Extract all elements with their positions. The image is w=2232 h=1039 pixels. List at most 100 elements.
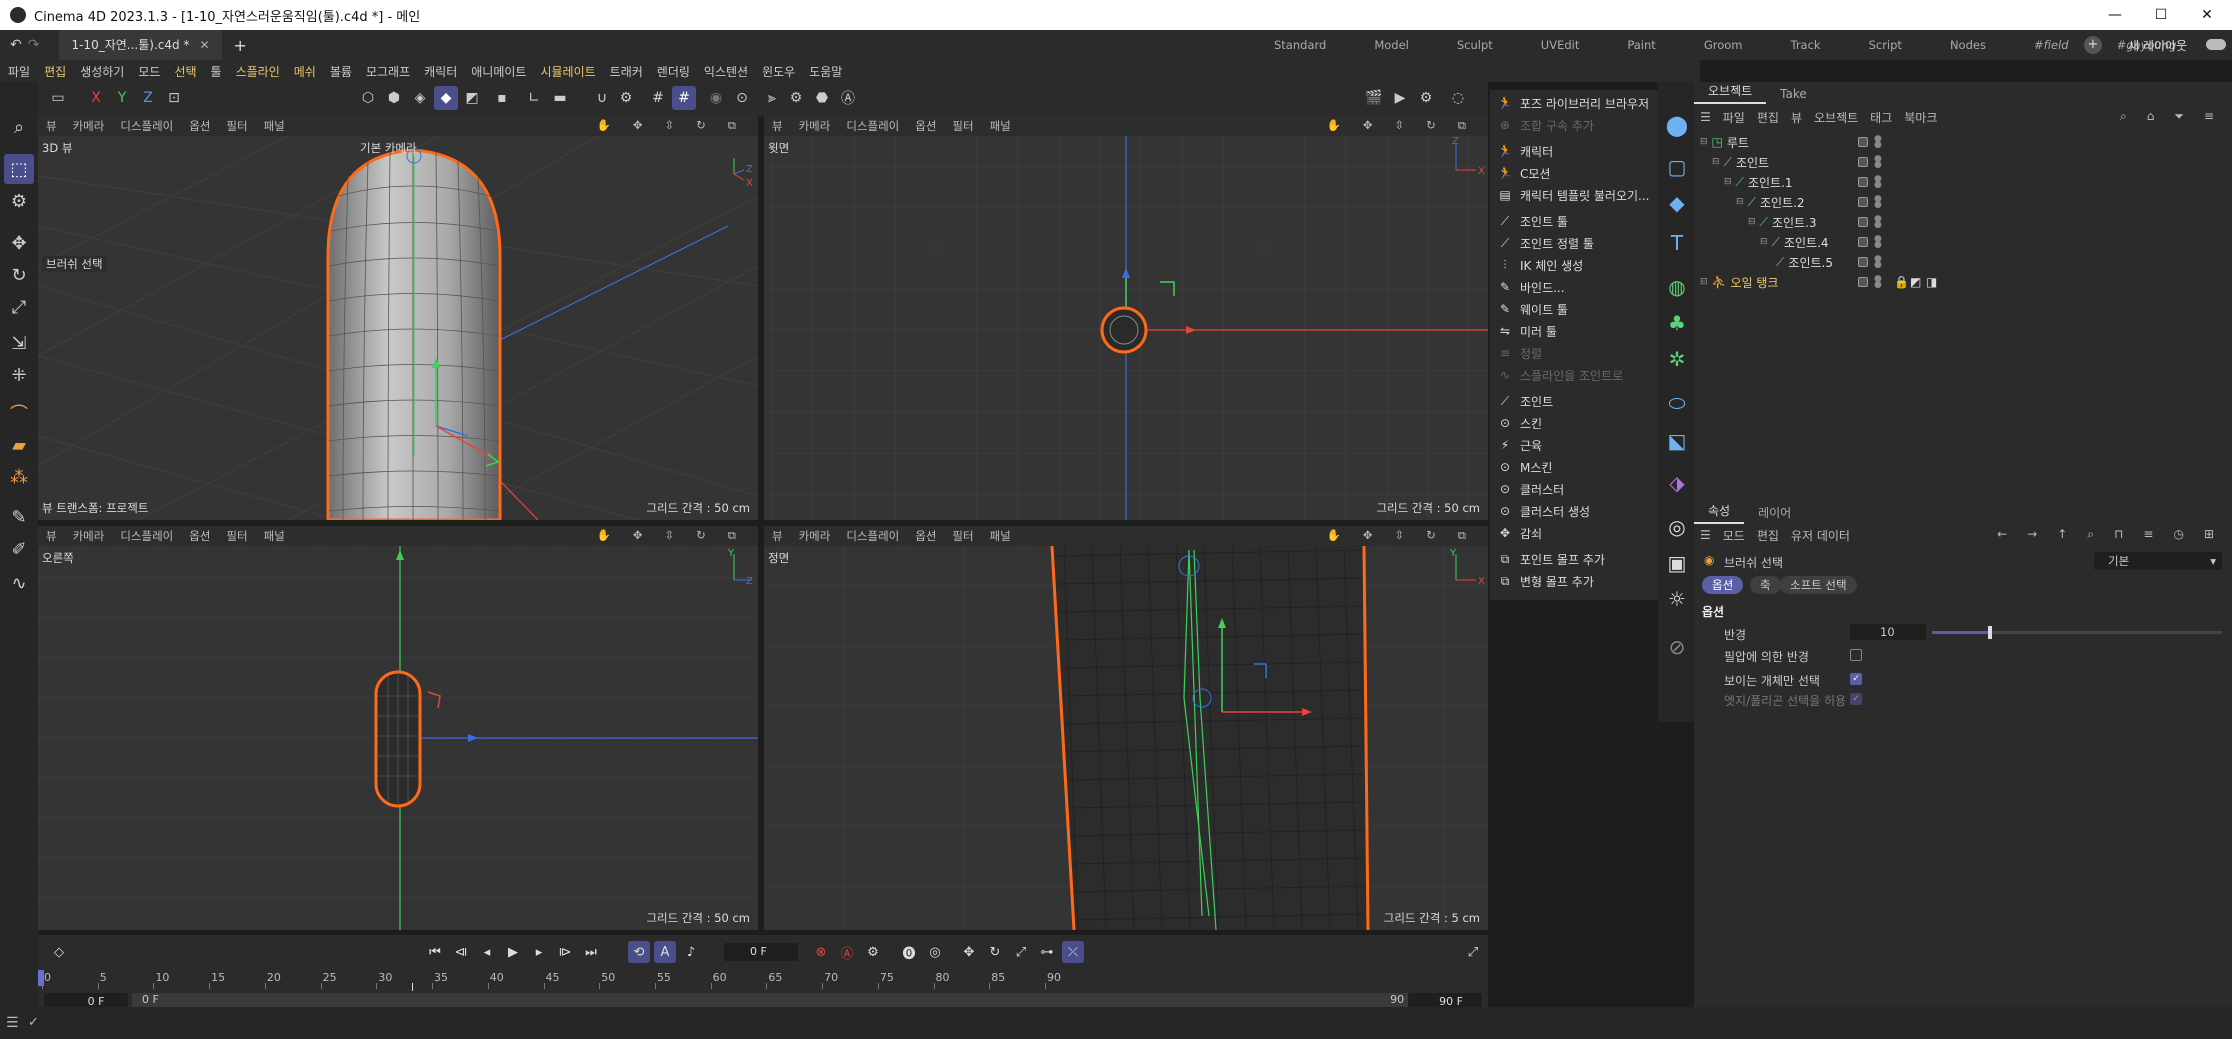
search-icon[interactable]: ⌕ (2087, 527, 2094, 542)
object-menu-item[interactable]: 태그 (1870, 109, 1892, 126)
character-menu-item[interactable]: ✎ 바인드... (1490, 276, 1658, 298)
tab-attributes[interactable]: 속성 (1694, 499, 1745, 524)
mirror-settings-icon[interactable]: ⚙ (784, 86, 808, 110)
knife-tool-icon[interactable]: ✐ (4, 534, 34, 564)
character-menu-item[interactable]: 🏃 캐릭터 (1490, 140, 1658, 162)
menu-item[interactable]: 캐릭터 (424, 63, 457, 80)
viewport-menu-item[interactable]: 뷰 (772, 118, 783, 134)
distribute-tool-icon[interactable]: ⁜ (4, 360, 34, 390)
viewport-menu-item[interactable]: 뷰 (46, 528, 57, 544)
menu-item[interactable]: 윈도우 (762, 63, 795, 80)
cluster-tool-icon[interactable]: ⁂ (4, 462, 34, 492)
layout-tab[interactable]: Groom (1704, 38, 1743, 52)
character-menu-item[interactable]: ⊙ 스킨 (1490, 412, 1658, 434)
add-layout-icon[interactable]: + (2084, 36, 2102, 54)
layout-tab[interactable]: Model (1374, 38, 1409, 52)
history-icon[interactable]: ◷ (2173, 527, 2183, 542)
snap-settings-icon[interactable]: ⚙ (614, 86, 638, 110)
select-tool-icon[interactable]: ⬚ (4, 154, 34, 184)
spline-pen-icon[interactable]: ∿ (4, 568, 34, 598)
hamburger-icon[interactable]: ☰ (1700, 110, 1711, 124)
option-checkbox[interactable] (1850, 649, 1862, 661)
playhead[interactable] (38, 970, 44, 986)
model-mode-icon[interactable]: ◆ (434, 86, 458, 110)
preset-dropdown[interactable]: 기본 ▾ (2094, 552, 2222, 570)
viewport-menu-item[interactable]: 뷰 (46, 118, 57, 134)
render-dots-icon[interactable]: ● ● (1874, 275, 1882, 290)
pan-icon[interactable]: ✋ (1327, 528, 1341, 543)
chip-options[interactable]: 옵션 (1702, 576, 1744, 594)
visibility-check-icon[interactable] (1858, 277, 1868, 287)
filter-icon[interactable]: ≡ (2143, 527, 2153, 542)
cube-outline-icon[interactable]: ▢ (1664, 154, 1690, 180)
snap-grid-active-icon[interactable]: # (672, 86, 696, 110)
cursor-icon[interactable]: ⬤ (1664, 112, 1690, 138)
character-menu-item[interactable]: ✎ 웨이트 툴 (1490, 298, 1658, 320)
solo-icon[interactable]: ▬ (548, 86, 572, 110)
viewport-menu-item[interactable]: 패널 (264, 528, 285, 544)
visibility-check-icon[interactable] (1858, 217, 1868, 227)
lock-icon[interactable]: ⊓ (2114, 527, 2123, 542)
character-menu-item[interactable]: ⫶ IK 체인 생성 (1490, 254, 1658, 276)
viewport-top-canvas[interactable]: ZX (764, 136, 1488, 520)
lock-tag-icon[interactable]: 🔒 (1894, 275, 1909, 289)
option-checkbox[interactable]: ✓ (1850, 673, 1862, 685)
scale-tool-icon[interactable]: ⤢ (4, 292, 34, 322)
hamburger-icon[interactable]: ☰ (1700, 528, 1711, 542)
visibility-check-icon[interactable] (1858, 257, 1868, 267)
character-menu-item[interactable]: ⧉ 포인트 몰프 추가 (1490, 548, 1658, 570)
maximize-view-icon[interactable]: ⧉ (1458, 528, 1466, 543)
text-icon[interactable]: T (1664, 230, 1690, 256)
camera-icon[interactable]: ▣ (1664, 550, 1690, 576)
polygons-mode-icon[interactable]: ◈ (408, 86, 432, 110)
layout-tab[interactable]: Paint (1627, 38, 1655, 52)
pan-icon[interactable]: ✋ (1327, 118, 1341, 133)
attribute-menu-item[interactable]: 모드 (1723, 527, 1745, 544)
bend-tool-icon[interactable]: ⌒ (4, 398, 34, 428)
filter-icon[interactable]: ⏷ (2174, 109, 2184, 124)
object-mode-icon[interactable]: ▭ (46, 86, 70, 110)
tag-icon[interactable]: ◩ (1910, 275, 1921, 289)
object-row[interactable]: ⟋ 조인트.5 ● ● (1694, 252, 2232, 272)
object-row[interactable]: ⊟ ⟋ 조인트.4 ● ● (1694, 232, 2232, 252)
character-menu-item[interactable]: ⟋ 조인트 정렬 툴 (1490, 232, 1658, 254)
expand-icon[interactable]: ⊟ (1748, 217, 1756, 227)
orbit-icon[interactable]: ↻ (1426, 118, 1436, 133)
maximize-view-icon[interactable]: ⧉ (1458, 118, 1466, 133)
visibility-check-icon[interactable] (1858, 157, 1868, 167)
extrude-tool-icon[interactable]: ▰ (4, 430, 34, 460)
z-axis-button[interactable]: Z (136, 86, 160, 110)
dolly-icon[interactable]: ✥ (1363, 118, 1373, 133)
render-dots-icon[interactable]: ● ● (1874, 235, 1882, 250)
object-menu-item[interactable]: 오브젝트 (1814, 109, 1858, 126)
viewport-menu-item[interactable]: 디스플레이 (846, 118, 899, 134)
light-icon[interactable]: ☼ (1664, 586, 1690, 612)
character-menu-item[interactable]: ⚡ 근육 (1490, 434, 1658, 456)
character-menu-item[interactable]: ⟋ 조인트 (1490, 390, 1658, 412)
menu-item[interactable]: 선택 (174, 63, 196, 80)
chip-soft-selection[interactable]: 소프트 선택 (1780, 576, 1857, 594)
symmetry-icon[interactable]: ⊙ (730, 86, 754, 110)
search-icon[interactable]: ⌕ (4, 112, 34, 142)
character-menu-item[interactable]: ⊙ M스킨 (1490, 456, 1658, 478)
dolly-icon[interactable]: ✥ (633, 118, 643, 133)
brush-icon[interactable]: ⊘ (1664, 634, 1690, 660)
viewport-menu-item[interactable]: 디스플레이 (846, 528, 899, 544)
viewport-menu-item[interactable]: 디스플레이 (120, 528, 173, 544)
visibility-check-icon[interactable] (1858, 197, 1868, 207)
viewport-front-canvas[interactable]: YX (764, 546, 1488, 930)
attribute-menu-item[interactable]: 편집 (1757, 527, 1779, 544)
pan-icon[interactable]: ✋ (597, 118, 611, 133)
viewport-menu-item[interactable]: 패널 (264, 118, 285, 134)
zoom-icon[interactable]: ⇳ (665, 118, 675, 133)
menu-item[interactable]: 모드 (138, 63, 160, 80)
cloner-icon[interactable]: ♣ (1664, 310, 1690, 336)
character-menu-item[interactable]: 🏃 포즈 라이브러리 브라우저 (1490, 92, 1658, 114)
forward-icon[interactable]: → (2027, 527, 2037, 542)
viewport-menu-item[interactable]: 옵션 (189, 528, 210, 544)
render-dots-icon[interactable]: ● ● (1874, 195, 1882, 210)
orbit-icon[interactable]: ↻ (696, 118, 706, 133)
radius-slider[interactable] (1932, 626, 2222, 639)
menu-item[interactable]: 볼륨 (330, 63, 352, 80)
layout-tab[interactable]: Track (1790, 38, 1820, 52)
